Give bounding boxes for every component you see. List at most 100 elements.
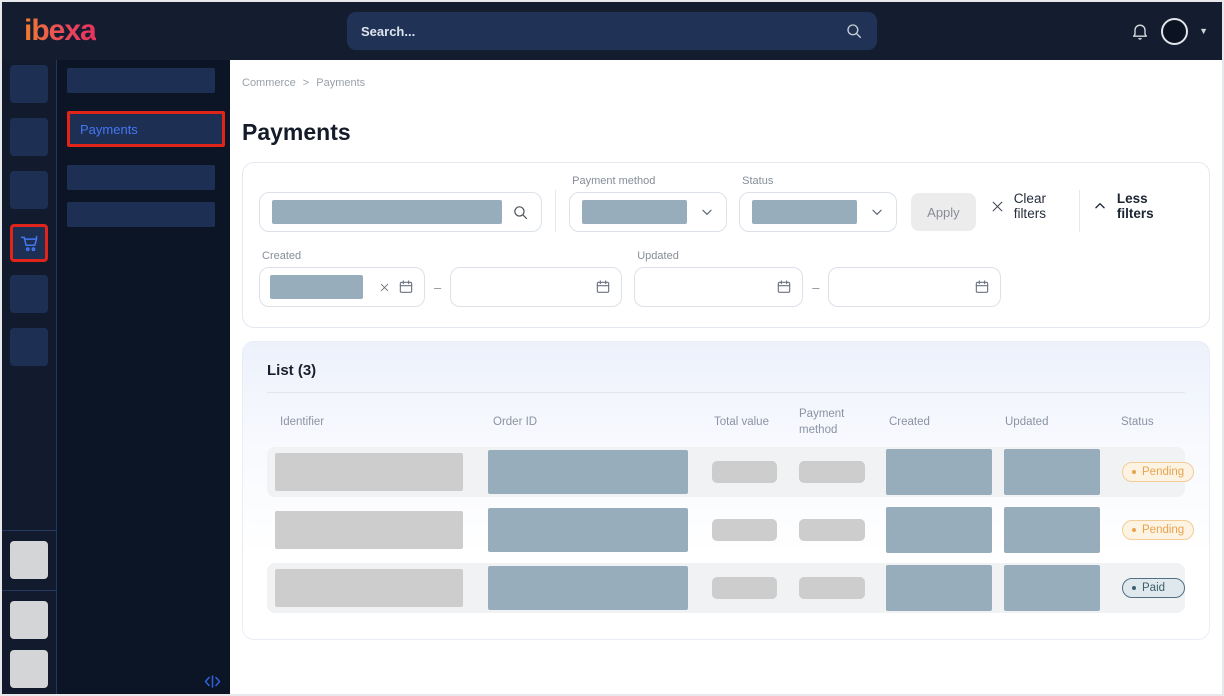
- filters-row-1: Payment method Status: [259, 175, 1193, 232]
- payment-method-select[interactable]: [569, 192, 727, 232]
- redacted-payment-method: [799, 461, 865, 483]
- clear-filters-button[interactable]: Clear filters: [990, 191, 1079, 221]
- chevron-down-icon: [870, 205, 884, 219]
- status-label: Pending: [1142, 466, 1184, 478]
- sidebar-bottom-item-1[interactable]: [10, 541, 48, 579]
- redacted-total-value: [712, 577, 777, 599]
- status-label: Pending: [1142, 524, 1184, 536]
- redacted-identifier: [275, 511, 463, 549]
- col-total-value: Total value: [701, 414, 789, 430]
- avatar[interactable]: [1161, 18, 1188, 45]
- col-updated: Updated: [999, 414, 1109, 430]
- less-filters-button[interactable]: Less filters: [1093, 191, 1185, 221]
- redacted-updated: [1004, 565, 1100, 611]
- filter-divider: [555, 190, 556, 232]
- sidebar-item-commerce[interactable]: [10, 224, 48, 262]
- app-window: ibexa ▼: [0, 0, 1224, 696]
- range-separator: –: [812, 280, 819, 295]
- calendar-icon[interactable]: [974, 279, 990, 295]
- redacted-payment-method: [799, 519, 865, 541]
- updated-range-inputs: –: [634, 267, 1001, 307]
- subnav-item-4[interactable]: [67, 202, 215, 227]
- topbar-actions: ▼: [1130, 2, 1208, 60]
- caret-down-icon[interactable]: ▼: [1199, 26, 1208, 36]
- apply-button[interactable]: Apply: [911, 193, 976, 231]
- redacted-payment-method: [799, 577, 865, 599]
- sidebar-item-2[interactable]: [10, 118, 48, 156]
- col-order-id: Order ID: [480, 414, 701, 430]
- redacted-created: [886, 449, 992, 495]
- less-filters-label: Less filters: [1117, 191, 1185, 221]
- subnav-item-payments-label: Payments: [80, 122, 138, 137]
- table-row[interactable]: Paid: [267, 563, 1185, 613]
- created-range-inputs: –: [259, 267, 622, 307]
- sidebar-bottom-item-3[interactable]: [10, 650, 48, 688]
- redacted-created: [886, 565, 992, 611]
- redacted-total-value: [712, 461, 777, 483]
- status-badge: Paid: [1122, 578, 1185, 598]
- list-panel: List (3) Identifier Order ID Total value…: [242, 341, 1210, 640]
- status-select[interactable]: [739, 192, 897, 232]
- redacted-updated: [1004, 507, 1100, 553]
- global-search[interactable]: [347, 12, 877, 50]
- created-to-input[interactable]: [450, 267, 622, 307]
- redacted-date-value: [270, 275, 363, 299]
- sidebar-divider: [2, 590, 56, 591]
- chevron-down-icon: [700, 205, 714, 219]
- search-icon: [845, 22, 863, 40]
- redacted-order-id: [488, 508, 688, 552]
- sidebar-item-3[interactable]: [10, 171, 48, 209]
- redacted-identifier: [275, 453, 463, 491]
- payment-method-label: Payment method: [572, 175, 727, 187]
- global-search-input[interactable]: [361, 24, 845, 39]
- updated-label: Updated: [637, 250, 1001, 262]
- created-label: Created: [262, 250, 622, 262]
- created-from-input[interactable]: [259, 267, 425, 307]
- topbar: ibexa ▼: [2, 2, 1222, 60]
- table-row[interactable]: Pending: [267, 505, 1185, 555]
- breadcrumb: Commerce>Payments: [242, 77, 1210, 89]
- updated-from-input[interactable]: [634, 267, 803, 307]
- col-identifier: Identifier: [267, 414, 480, 430]
- col-created: Created: [876, 414, 999, 430]
- clear-filters-label: Clear filters: [1014, 191, 1079, 221]
- sidebar-item-5[interactable]: [10, 275, 48, 313]
- page-title: Payments: [242, 119, 1210, 146]
- sidebar-item-6[interactable]: [10, 328, 48, 366]
- cart-icon: [19, 233, 40, 254]
- breadcrumb-commerce[interactable]: Commerce: [242, 77, 296, 89]
- redacted-selected-value: [752, 200, 857, 224]
- col-status: Status: [1109, 414, 1185, 430]
- calendar-icon[interactable]: [398, 279, 414, 295]
- redacted-search-value: [272, 200, 502, 224]
- calendar-icon[interactable]: [595, 279, 611, 295]
- subnav-item-payments[interactable]: Payments: [67, 111, 225, 147]
- close-icon: [990, 199, 1005, 214]
- subnav-item-1[interactable]: [67, 68, 215, 93]
- list-divider: [267, 392, 1185, 393]
- filter-search-input[interactable]: [259, 192, 542, 232]
- status-field: Status: [739, 175, 897, 232]
- close-icon[interactable]: [379, 282, 390, 293]
- sidebar-bottom-item-2[interactable]: [10, 601, 48, 639]
- breadcrumb-payments[interactable]: Payments: [316, 77, 365, 89]
- redacted-updated: [1004, 449, 1100, 495]
- collapse-sidebar-icon[interactable]: [204, 675, 221, 688]
- table-row[interactable]: Pending: [267, 447, 1185, 497]
- icon-sidebar: [2, 60, 57, 694]
- subnav-item-3[interactable]: [67, 165, 215, 190]
- updated-to-input[interactable]: [828, 267, 1001, 307]
- status-label: Paid: [1142, 582, 1165, 594]
- main-content: Commerce>Payments Payments: [230, 60, 1222, 694]
- sidebar-item-1[interactable]: [10, 65, 48, 103]
- app-body: Payments Commerce>Payments Payments: [2, 60, 1222, 694]
- table-header: Identifier Order ID Total value Payment …: [267, 405, 1185, 439]
- filter-divider: [1079, 190, 1080, 232]
- sidebar-divider: [2, 530, 56, 531]
- status-dot-icon: [1132, 470, 1136, 474]
- ibexa-logo[interactable]: ibexa: [24, 14, 96, 48]
- bell-icon[interactable]: [1130, 21, 1150, 41]
- status-badge: Pending: [1122, 520, 1194, 540]
- calendar-icon[interactable]: [776, 279, 792, 295]
- filters-panel: Payment method Status: [242, 162, 1210, 328]
